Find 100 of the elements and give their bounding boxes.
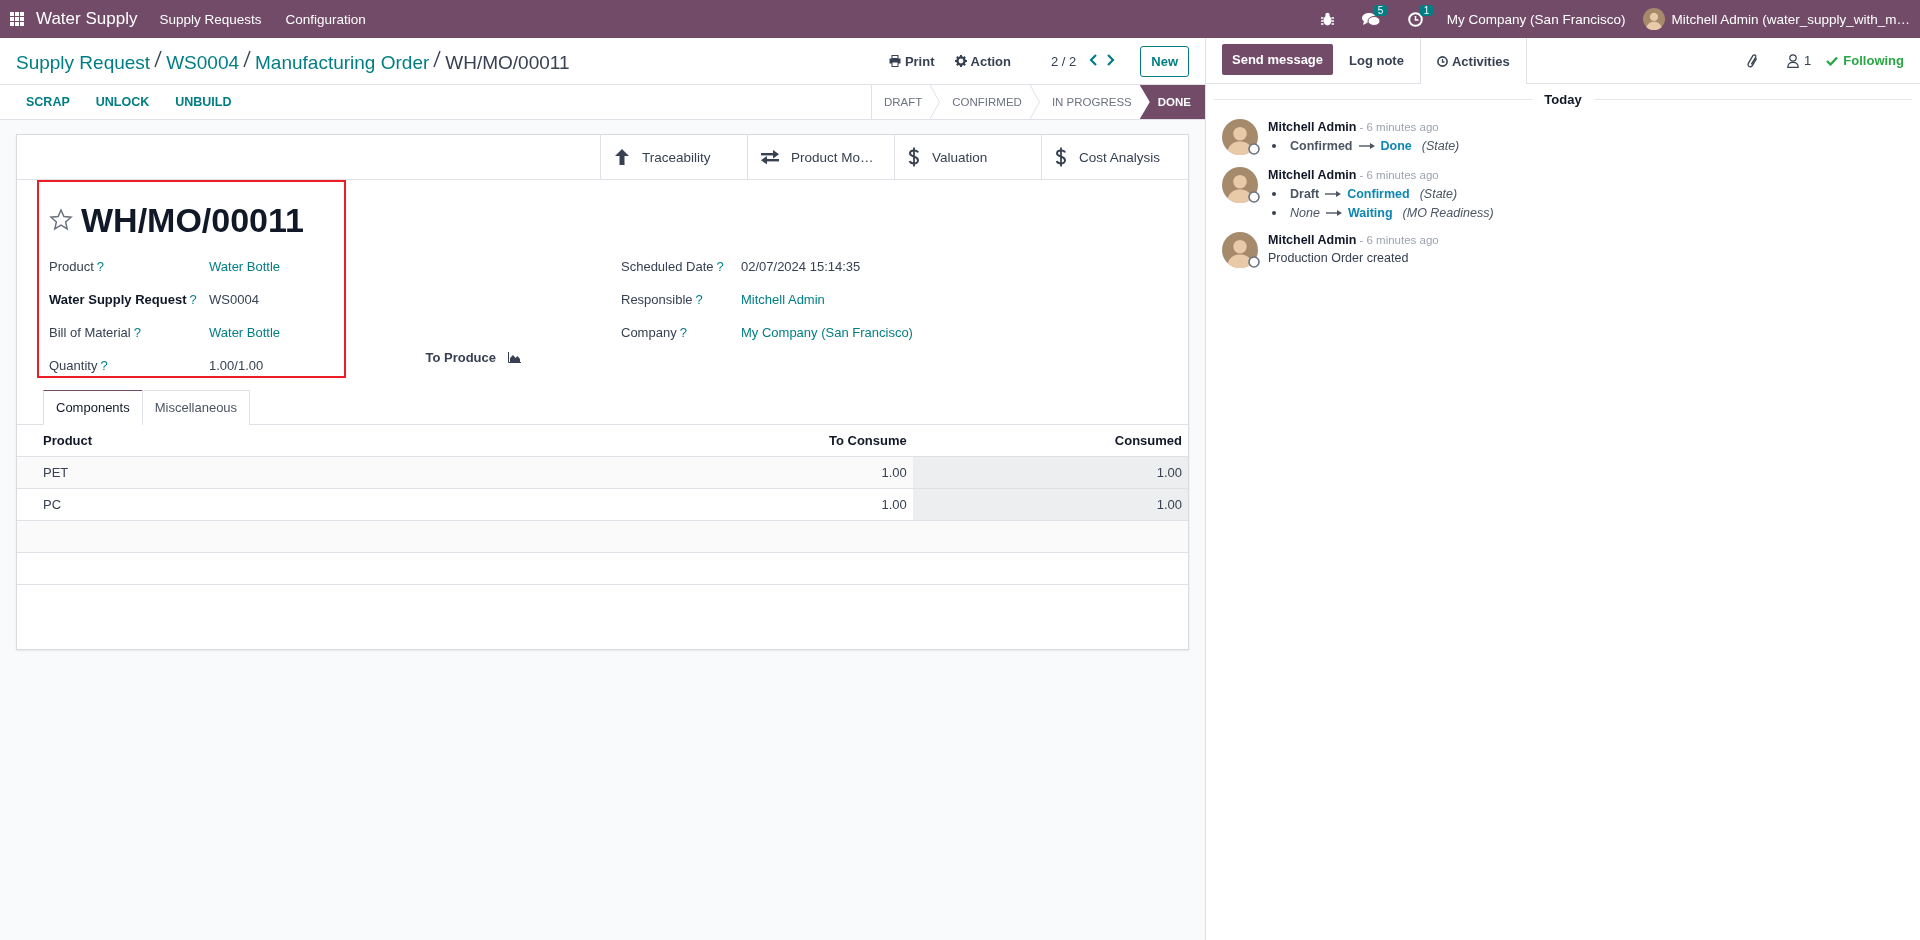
- activity-count-badge: 1: [1419, 4, 1434, 16]
- old-value: None: [1290, 206, 1320, 220]
- header-button[interactable]: UNBUILD: [175, 95, 232, 109]
- gear-icon: [954, 55, 967, 67]
- message-author[interactable]: Mitchell Admin: [1268, 168, 1357, 182]
- field-link[interactable]: Water Bottle: [209, 325, 281, 340]
- help-mark[interactable]: ?: [695, 292, 703, 307]
- message-author[interactable]: Mitchell Admin: [1268, 233, 1357, 247]
- chatter-primary-button[interactable]: Send message: [1222, 44, 1334, 75]
- notebook-tab[interactable]: Miscellaneous: [141, 390, 251, 425]
- field-label: Quantity: [49, 358, 98, 373]
- chatter-button[interactable]: Activities: [1419, 38, 1527, 84]
- bullet-icon: [1272, 144, 1276, 148]
- smart-button[interactable]: Traceability: [600, 135, 747, 179]
- table-cell-text: 1.00: [880, 464, 908, 482]
- person-icon[interactable]: [1787, 53, 1800, 68]
- arrow-up-icon: [614, 148, 630, 166]
- status-icon: [1248, 256, 1260, 268]
- clock-icon[interactable]: [1407, 11, 1423, 27]
- notebook-tab[interactable]: Components: [43, 390, 143, 425]
- company-switcher[interactable]: My Company (San Francisco): [1446, 11, 1626, 27]
- message-count-badge: 5: [1373, 4, 1388, 16]
- field-label: Water Supply Request: [49, 292, 187, 307]
- status-icon: [1248, 191, 1260, 203]
- field-link[interactable]: Mitchell Admin: [741, 292, 825, 307]
- user-avatar: [1643, 8, 1666, 30]
- action-button[interactable]: Print: [888, 53, 935, 69]
- field-name: (MO Readiness): [1402, 206, 1494, 220]
- message-time: - 6 minutes ago: [1359, 121, 1439, 133]
- smart-button[interactable]: Cost Analysis: [1041, 135, 1188, 179]
- new-value: Confirmed: [1347, 187, 1410, 201]
- bullet-icon: [1272, 211, 1276, 215]
- field-label: Responsible: [621, 292, 693, 307]
- dollar-icon: [908, 147, 920, 167]
- table-cell-text: 1.00: [880, 496, 908, 514]
- star-icon[interactable]: [49, 208, 73, 232]
- breadcrumb-link[interactable]: Supply Request: [16, 51, 151, 73]
- smart-button[interactable]: Valuation: [894, 135, 1041, 179]
- field-link[interactable]: Water Bottle: [209, 259, 281, 274]
- status-icon: [1248, 143, 1260, 155]
- help-mark[interactable]: ?: [100, 358, 108, 373]
- long-arrow-icon: [1325, 210, 1342, 216]
- author-avatar: [1222, 167, 1258, 203]
- field-label: Scheduled Date: [621, 259, 714, 274]
- bullet-icon: [1272, 192, 1276, 196]
- menu-item[interactable]: Configuration: [285, 11, 366, 27]
- printer-icon: [888, 55, 901, 67]
- field-link[interactable]: My Company (San Francisco): [741, 325, 913, 340]
- old-value: Draft: [1290, 187, 1320, 201]
- message-time: - 6 minutes ago: [1359, 234, 1439, 246]
- header-button[interactable]: UNLOCK: [95, 95, 150, 109]
- field-label: Bill of Material: [49, 325, 131, 340]
- chatter-button[interactable]: Log note: [1333, 38, 1420, 83]
- long-arrow-icon: [1325, 191, 1342, 197]
- field-label: To Produce: [425, 350, 496, 365]
- field-value: 02/07/2024 15:14:35: [741, 259, 861, 274]
- author-avatar: [1222, 232, 1258, 268]
- chevron-right-icon[interactable]: [1107, 53, 1116, 66]
- area-chart-icon[interactable]: [508, 352, 521, 363]
- help-mark[interactable]: ?: [133, 325, 141, 340]
- field-label: Company: [621, 325, 677, 340]
- table-cell-text: PC: [42, 496, 63, 514]
- apps-menu-icon[interactable]: [10, 12, 24, 26]
- bug-icon[interactable]: [1320, 12, 1334, 26]
- status-stage[interactable]: DONE: [1139, 85, 1205, 119]
- clock-icon: [1436, 55, 1448, 67]
- help-mark[interactable]: ?: [679, 325, 687, 340]
- old-value: Confirmed: [1290, 139, 1353, 153]
- action-button[interactable]: Action: [954, 53, 1011, 69]
- dollar-icon: [1055, 147, 1067, 167]
- help-mark[interactable]: ?: [716, 259, 724, 274]
- field-value: 1.00/1.00: [209, 358, 264, 373]
- menu-item[interactable]: Supply Requests: [159, 11, 262, 27]
- author-avatar: [1222, 119, 1258, 155]
- follower-count[interactable]: 1: [1804, 53, 1812, 68]
- breadcrumb-current: WH/MO/00011: [445, 51, 570, 73]
- chat-icon[interactable]: [1361, 11, 1380, 27]
- date-separator: Today: [1543, 92, 1583, 107]
- column-header: Product: [42, 432, 94, 450]
- chevron-left-icon[interactable]: [1089, 53, 1098, 66]
- breadcrumb-link[interactable]: Manufacturing Order: [255, 51, 430, 73]
- column-header: Consumed: [1113, 432, 1183, 450]
- message-author[interactable]: Mitchell Admin: [1268, 120, 1357, 134]
- help-mark[interactable]: ?: [189, 292, 197, 307]
- app-name[interactable]: Water Supply: [36, 9, 138, 29]
- help-mark[interactable]: ?: [96, 259, 105, 274]
- header-button[interactable]: SCRAP: [26, 95, 70, 109]
- new-value: Waiting: [1347, 206, 1393, 220]
- new-value: Done: [1380, 139, 1412, 153]
- user-menu[interactable]: Mitchell Admin (water_supply_with_m…: [1671, 11, 1910, 27]
- smart-button[interactable]: Product Mo…: [747, 135, 894, 179]
- field-name: (State): [1419, 187, 1458, 201]
- column-header: To Consume: [828, 432, 908, 450]
- new-button[interactable]: New: [1140, 45, 1189, 77]
- breadcrumb-link[interactable]: WS0004: [166, 51, 240, 73]
- pager-value[interactable]: 2 / 2: [1050, 53, 1077, 69]
- swap-arrows-icon: [761, 150, 779, 164]
- message-body: Production Order created: [1268, 251, 1410, 265]
- table-cell: 1.00: [912, 489, 1188, 520]
- field-label: Product: [49, 259, 94, 274]
